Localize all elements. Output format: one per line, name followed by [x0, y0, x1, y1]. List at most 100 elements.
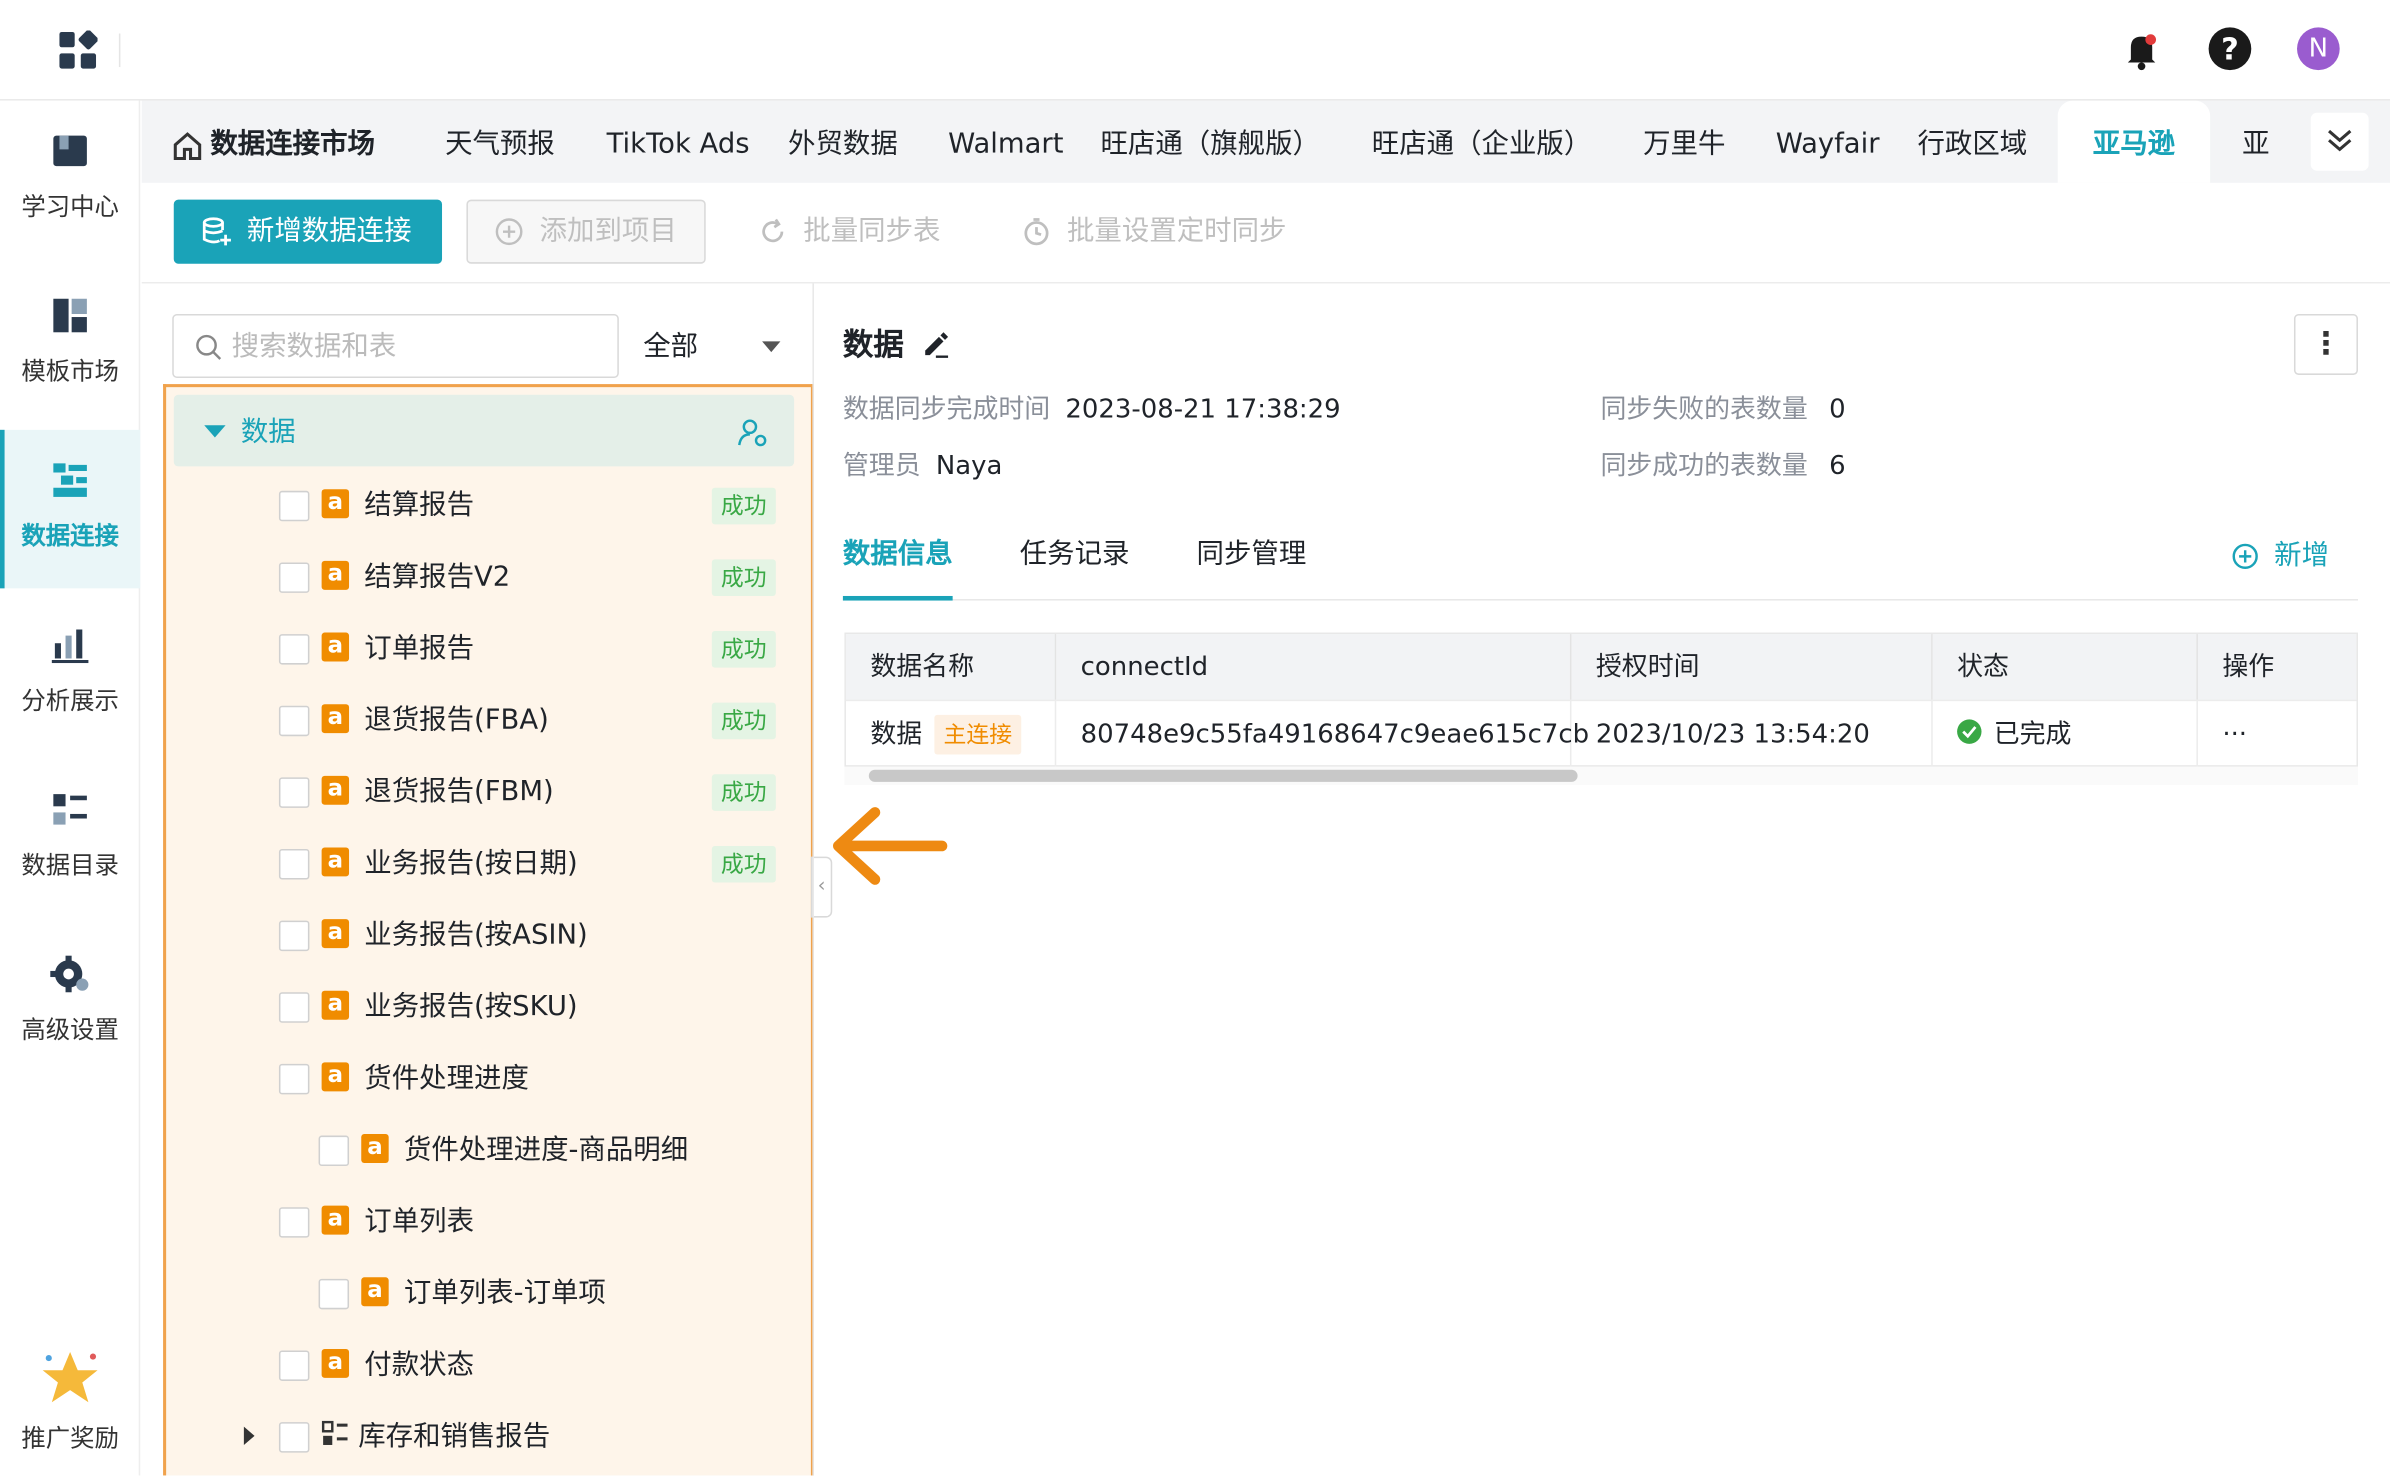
timer-icon [1024, 218, 1049, 246]
row-checkbox[interactable] [278, 1063, 310, 1095]
row-label: 退货报告(FBA) [364, 704, 549, 737]
tree-row-child[interactable]: a 订单列表-订单项 [166, 1257, 806, 1329]
tree-root-node[interactable]: 数据 [173, 394, 795, 467]
tree-row[interactable]: a 退货报告(FBM) 成功 [166, 756, 806, 828]
tab-amazon[interactable]: 亚马逊 [2057, 100, 2211, 183]
tab-tiktok-ads[interactable]: TikTok Ads [607, 101, 750, 183]
tree-row-group[interactable]: 库存和销售报告 [166, 1401, 806, 1473]
tree-row[interactable]: a 退货报告(FBA) 成功 [166, 684, 806, 756]
row-checkbox[interactable] [278, 1422, 310, 1453]
filter-select[interactable]: 全部 [643, 314, 795, 378]
row-actions-button[interactable]: ··· [2197, 699, 2357, 767]
batch-schedule-button[interactable]: 批量设置定时同步 [1021, 200, 1286, 264]
amazon-icon: a [321, 632, 350, 662]
tabs-more-button[interactable] [2310, 112, 2369, 171]
search-input[interactable] [231, 324, 598, 368]
tab-sync-management[interactable]: 同步管理 [1197, 518, 1307, 600]
tab-home[interactable]: 数据连接市场 [210, 101, 375, 183]
amazon-icon: a [321, 1205, 350, 1235]
row-checkbox[interactable] [278, 777, 310, 808]
add-to-project-button[interactable]: 添加到项目 [466, 199, 706, 264]
more-options-button[interactable]: ⋮ [2293, 313, 2358, 375]
nav-label: 高级设置 [21, 1015, 119, 1045]
row-label: 结算报告 [364, 489, 475, 522]
plus-circle-icon [2232, 543, 2258, 569]
amazon-icon: a [321, 560, 350, 590]
nav-item-learning-center[interactable]: 学习中心 [0, 101, 140, 260]
row-checkbox[interactable] [278, 634, 310, 665]
row-label: 订单列表-订单项 [403, 1277, 606, 1310]
search-box[interactable] [172, 313, 619, 379]
tab-wangdiantong-enterprise[interactable]: 旺店通（企业版） [1372, 101, 1591, 183]
status-badge: 成功 [711, 845, 776, 883]
tab-wayfair[interactable]: Wayfair [1776, 101, 1880, 183]
tab-data-info[interactable]: 数据信息 [842, 518, 953, 601]
double-chevron-down-icon [2328, 129, 2352, 152]
row-checkbox[interactable] [278, 562, 310, 593]
nav-item-template-market[interactable]: 模板市场 [0, 265, 140, 424]
promo-label: 推广奖励 [21, 1423, 119, 1453]
bell-icon[interactable] [2119, 27, 2165, 73]
new-connection-button[interactable]: 新增数据连接 [173, 199, 443, 264]
tree-row[interactable]: a 业务报告(按ASIN) [166, 899, 806, 971]
nav-item-data-connection[interactable]: 数据连接 [0, 429, 141, 589]
help-icon[interactable]: ? [2208, 27, 2252, 71]
caret-right-icon[interactable] [243, 1426, 255, 1445]
tree-root-label: 数据 [240, 416, 296, 449]
row-checkbox[interactable] [278, 920, 310, 952]
data-tree: 数据 a 结算报告 成功 a 结算报告V2 成功 a 订单报告 成功 a 退货报… [163, 384, 814, 1476]
nav-item-data-catalog[interactable]: 数据目录 [0, 759, 140, 918]
success-count: 同步成功的表数量 6 [1600, 448, 1845, 485]
tab-weather[interactable]: 天气预报 [445, 101, 555, 183]
tab-walmart[interactable]: Walmart [948, 101, 1063, 183]
add-new-button[interactable]: 新增 [2231, 518, 2329, 591]
avatar[interactable]: N [2297, 27, 2340, 71]
amazon-icon: a [321, 918, 350, 949]
scrollbar-thumb[interactable] [868, 769, 1578, 782]
amazon-icon: a [321, 703, 350, 734]
tree-row[interactable]: a 付款状态 [166, 1329, 806, 1401]
filter-value: 全部 [643, 330, 699, 363]
row-checkbox[interactable] [278, 705, 310, 737]
nav-label: 模板市场 [21, 356, 119, 386]
tab-truncated[interactable]: 亚 [2242, 101, 2269, 183]
gear-icon [50, 955, 89, 993]
table-horizontal-scrollbar[interactable] [844, 766, 2358, 785]
user-settings-icon[interactable] [738, 418, 768, 448]
edit-icon[interactable] [921, 329, 951, 359]
chart-icon [51, 629, 89, 664]
row-checkbox[interactable] [278, 848, 310, 880]
row-label: 货件处理进度-商品明细 [403, 1134, 689, 1167]
apps-grid-icon[interactable] [58, 30, 98, 70]
promo-reward[interactable]: 推广奖励 [0, 1338, 140, 1475]
row-checkbox[interactable] [278, 1350, 310, 1381]
nav-item-advanced-settings[interactable]: 高级设置 [0, 924, 140, 1083]
row-checkbox[interactable] [318, 1135, 350, 1167]
row-checkbox[interactable] [318, 1278, 350, 1310]
arrow-left-icon [827, 801, 953, 891]
amazon-icon: a [321, 1348, 350, 1378]
tab-task-records[interactable]: 任务记录 [1020, 518, 1130, 600]
tab-wangdiantong-flagship[interactable]: 旺店通（旗舰版） [1100, 101, 1319, 183]
tree-row[interactable]: a 结算报告 成功 [166, 469, 806, 541]
tab-foreign-trade[interactable]: 外贸数据 [788, 101, 898, 183]
tree-row[interactable]: a 结算报告V2 成功 [166, 541, 806, 613]
row-label: 订单列表 [364, 1205, 475, 1238]
tree-row[interactable]: a 业务报告(按SKU) [166, 971, 806, 1043]
tree-row[interactable]: a 业务报告(按日期) 成功 [166, 828, 806, 900]
batch-sync-button[interactable]: 批量同步表 [758, 200, 940, 264]
tab-wanliniu[interactable]: 万里牛 [1643, 101, 1725, 183]
nav-item-analysis[interactable]: 分析展示 [0, 594, 140, 753]
caret-down-icon[interactable] [204, 425, 226, 438]
data-connection-icon [53, 463, 87, 497]
row-checkbox[interactable] [278, 1207, 310, 1238]
nav-label: 学习中心 [21, 192, 119, 222]
tree-row-child[interactable]: a 货件处理进度-商品明细 [166, 1114, 806, 1186]
tree-row[interactable]: a 订单报告 成功 [166, 613, 806, 685]
tree-row[interactable]: a 货件处理进度 [166, 1043, 806, 1115]
sync-time-value: 2023-08-21 17:38:29 [1065, 394, 1341, 426]
row-checkbox[interactable] [278, 490, 310, 522]
tree-row[interactable]: a 订单列表 [166, 1186, 806, 1258]
row-checkbox[interactable] [278, 992, 310, 1023]
tab-admin-region[interactable]: 行政区域 [1917, 101, 2027, 183]
